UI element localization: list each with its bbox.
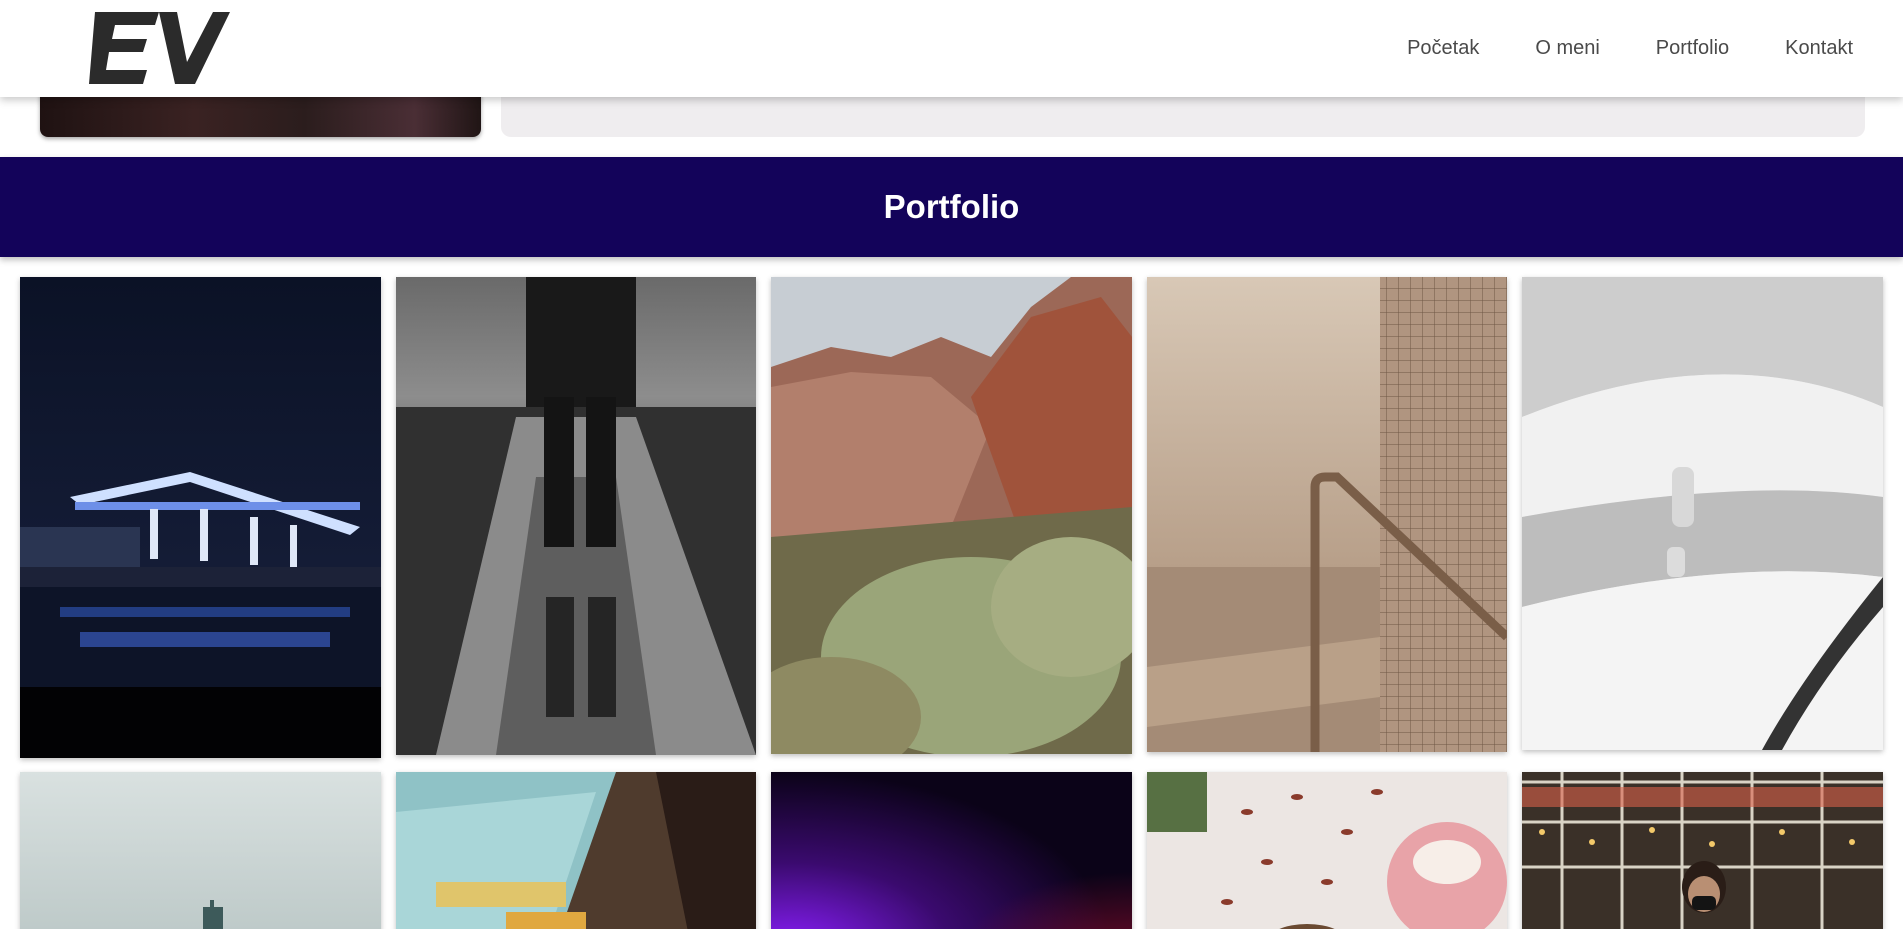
nav-item-portfolio[interactable]: Portfolio: [1656, 37, 1729, 60]
gallery-image-purple-gradient[interactable]: [771, 772, 1132, 929]
gallery-image-stair-railing[interactable]: [1147, 277, 1507, 752]
site-header: Početak O meni Portfolio Kontakt: [0, 0, 1903, 97]
gallery-image-city-woman[interactable]: [1522, 772, 1883, 929]
gallery-image-person-road[interactable]: [396, 277, 756, 755]
gallery-image-canyon[interactable]: [771, 277, 1132, 754]
gallery-image-neon-ceiling[interactable]: [396, 772, 756, 929]
gallery-image-gas-station[interactable]: [20, 277, 381, 758]
gallery-image-foggy-sky[interactable]: [20, 772, 381, 929]
gallery-image-architecture[interactable]: [1522, 277, 1883, 750]
logo[interactable]: [89, 12, 230, 84]
nav-item-pocetak[interactable]: Početak: [1407, 37, 1479, 60]
nav-item-kontakt[interactable]: Kontakt: [1785, 37, 1853, 60]
nav-item-o-meni[interactable]: O meni: [1535, 37, 1599, 60]
main-nav: Početak O meni Portfolio Kontakt: [1407, 0, 1853, 97]
portfolio-banner: Portfolio: [0, 157, 1903, 257]
gallery-image-cozy-table[interactable]: [1147, 772, 1507, 929]
portfolio-title: Portfolio: [883, 188, 1020, 225]
